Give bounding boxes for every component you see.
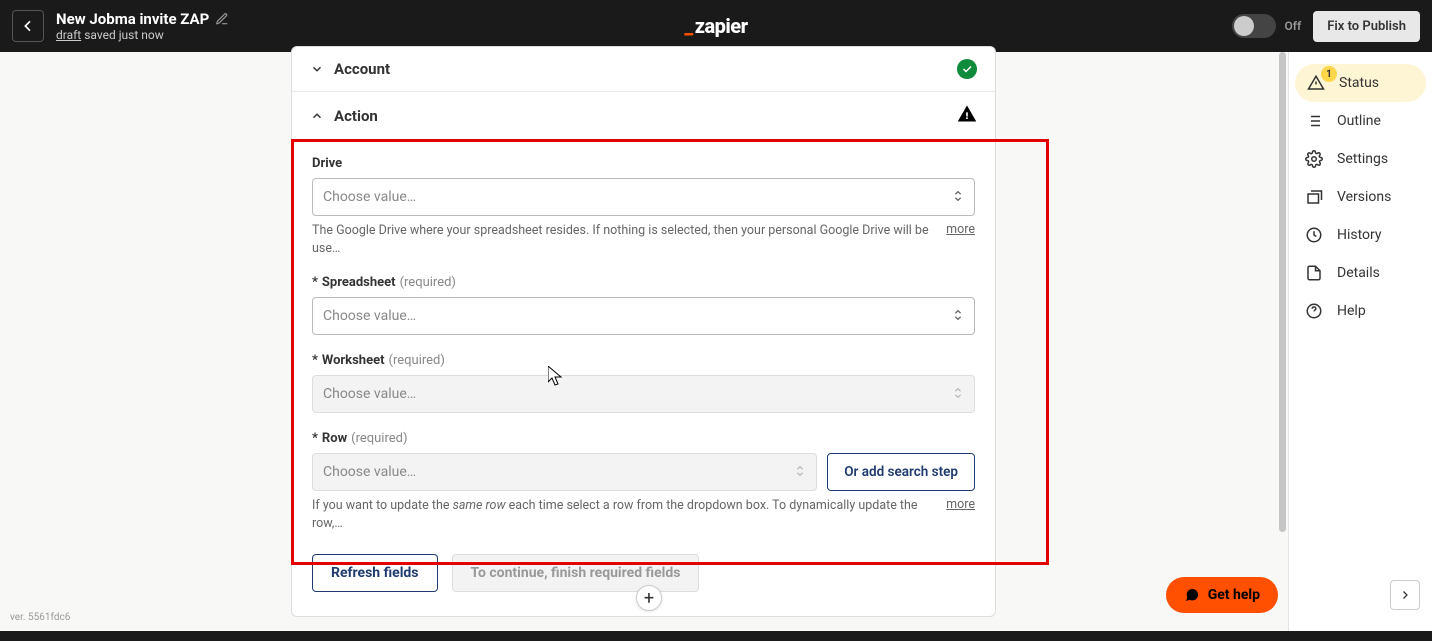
details-label: Details xyxy=(1337,265,1380,281)
spreadsheet-placeholder: Choose value… xyxy=(323,308,952,324)
refresh-fields-button[interactable]: Refresh fields xyxy=(312,554,438,592)
drive-select[interactable]: Choose value… xyxy=(312,178,975,216)
help-label: Help xyxy=(1337,303,1366,319)
row-field: *Row(required) Choose value… Or add sear… xyxy=(312,431,975,532)
right-panel: Status 1 Outline Settings Versions Histo… xyxy=(1288,52,1432,638)
gear-icon xyxy=(1305,150,1323,168)
account-section-header[interactable]: Account xyxy=(292,47,995,92)
action-body: Drive Choose value… The Google Drive whe… xyxy=(292,140,995,616)
on-off-toggle[interactable] xyxy=(1232,14,1276,38)
row-label: *Row(required) xyxy=(312,431,975,446)
chevron-up-icon xyxy=(310,109,324,123)
get-help-label: Get help xyxy=(1208,587,1260,603)
spreadsheet-select[interactable]: Choose value… xyxy=(312,297,975,335)
zap-title: New Jobma invite ZAP xyxy=(56,10,209,28)
publish-button[interactable]: Fix to Publish xyxy=(1313,11,1420,42)
toggle-label: Off xyxy=(1284,19,1301,33)
account-label: Account xyxy=(334,60,957,78)
worksheet-select: Choose value… xyxy=(312,375,975,413)
back-button[interactable] xyxy=(12,10,44,42)
drive-placeholder: Choose value… xyxy=(323,189,952,205)
select-arrows-icon xyxy=(794,463,806,482)
scrollbar-thumb[interactable] xyxy=(1279,52,1286,532)
drive-help: The Google Drive where your spreadsheet … xyxy=(312,222,934,257)
bottom-strip xyxy=(0,631,1432,641)
sidebar-item-outline[interactable]: Outline xyxy=(1289,102,1432,140)
status-badge: 1 xyxy=(1321,66,1337,82)
settings-label: Settings xyxy=(1337,151,1388,167)
top-header: New Jobma invite ZAP draft saved just no… xyxy=(0,0,1432,52)
select-arrows-icon xyxy=(952,385,964,404)
row-help: If you want to update the same row each … xyxy=(312,497,934,532)
worksheet-placeholder: Choose value… xyxy=(323,386,952,402)
sidebar-item-history[interactable]: History xyxy=(1289,216,1432,254)
collapse-panel-button[interactable] xyxy=(1390,580,1420,610)
row-more-link[interactable]: more xyxy=(946,497,975,512)
drive-more-link[interactable]: more xyxy=(946,222,975,237)
chevron-down-icon xyxy=(310,62,324,76)
drive-label: Drive xyxy=(312,156,975,171)
document-icon xyxy=(1305,264,1323,282)
chat-icon xyxy=(1184,587,1200,603)
drive-field: Drive Choose value… The Google Drive whe… xyxy=(312,156,975,257)
sidebar-item-versions[interactable]: Versions xyxy=(1289,178,1432,216)
select-arrows-icon xyxy=(952,307,964,326)
versions-icon xyxy=(1305,188,1323,206)
continue-button: To continue, finish required fields xyxy=(452,554,700,592)
edit-icon[interactable] xyxy=(215,12,229,26)
row-placeholder: Choose value… xyxy=(323,464,794,480)
spreadsheet-label: *Spreadsheet(required) xyxy=(312,275,975,290)
spreadsheet-field: *Spreadsheet(required) Choose value… xyxy=(312,275,975,335)
status-label: Status xyxy=(1339,75,1379,91)
status-ok-icon xyxy=(957,59,977,79)
action-label: Action xyxy=(334,107,957,125)
get-help-button[interactable]: Get help xyxy=(1166,577,1278,613)
clock-icon xyxy=(1305,226,1323,244)
outline-label: Outline xyxy=(1337,113,1381,129)
history-label: History xyxy=(1337,227,1382,243)
sidebar-item-status[interactable]: Status 1 xyxy=(1295,64,1426,102)
versions-label: Versions xyxy=(1337,189,1391,205)
status-warning-icon xyxy=(957,104,977,128)
list-icon xyxy=(1305,112,1323,130)
add-step-button[interactable]: + xyxy=(636,585,662,611)
action-section-header[interactable]: Action xyxy=(292,92,995,140)
help-icon xyxy=(1305,302,1323,320)
zapier-logo: _zapier xyxy=(684,14,747,38)
row-select: Choose value… xyxy=(312,453,817,491)
worksheet-label: *Worksheet(required) xyxy=(312,353,975,368)
step-card: Account Action Drive Choose value… The G… xyxy=(291,46,996,617)
sidebar-item-help[interactable]: Help xyxy=(1289,292,1432,330)
sidebar-item-details[interactable]: Details xyxy=(1289,254,1432,292)
select-arrows-icon xyxy=(952,188,964,207)
add-search-step-button[interactable]: Or add search step xyxy=(827,453,975,491)
chevron-right-icon xyxy=(1399,589,1411,601)
title-block: New Jobma invite ZAP draft saved just no… xyxy=(56,10,1232,42)
sidebar-item-settings[interactable]: Settings xyxy=(1289,140,1432,178)
worksheet-field: *Worksheet(required) Choose value… xyxy=(312,353,975,413)
version-text: ver. 5561fdc6 xyxy=(10,612,70,623)
save-status: draft saved just now xyxy=(56,28,1232,42)
